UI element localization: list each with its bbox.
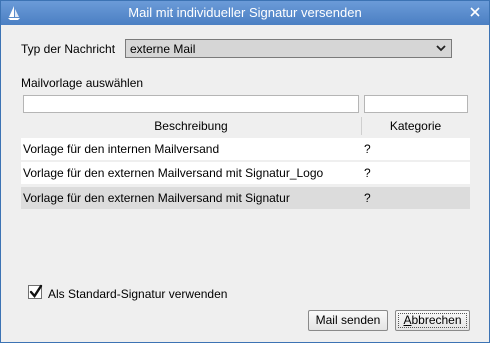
row-description: Vorlage für den internen Mailversand — [23, 142, 220, 156]
category-filter-input[interactable] — [364, 95, 468, 113]
table-row[interactable]: Vorlage für den internen Mailversand ? — [21, 138, 470, 160]
template-section-label: Mailvorlage auswählen — [21, 76, 144, 90]
window-title: Mail mit individueller Signatur versende… — [128, 5, 362, 20]
chevron-down-icon[interactable] — [435, 41, 447, 58]
cancel-button[interactable]: Abbrechen — [395, 310, 470, 331]
template-table: Beschreibung Kategorie Vorlage für den i… — [21, 115, 470, 286]
close-icon[interactable] — [467, 4, 483, 20]
message-type-label: Typ der Nachricht — [21, 42, 116, 56]
table-row[interactable]: Vorlage für den externen Mailversand mit… — [21, 162, 470, 184]
cancel-label: bbrechen — [411, 313, 462, 327]
checkmark-icon — [29, 284, 43, 298]
message-type-value: externe Mail — [130, 42, 196, 56]
table-row-selected[interactable]: Vorlage für den externen Mailversand mit… — [21, 187, 470, 209]
send-mail-button[interactable]: Mail senden — [308, 310, 388, 331]
row-category: ? — [364, 142, 371, 156]
row-category: ? — [364, 191, 371, 205]
description-filter-input[interactable] — [23, 95, 359, 113]
row-description: Vorlage für den externen Mailversand mit… — [23, 191, 290, 205]
column-header-description[interactable]: Beschreibung — [21, 119, 361, 133]
dialog-window: Mail mit individueller Signatur versende… — [0, 0, 490, 343]
row-category: ? — [364, 166, 371, 180]
column-header-category[interactable]: Kategorie — [361, 119, 470, 133]
title-bar[interactable]: Mail mit individueller Signatur versende… — [1, 1, 489, 25]
table-header: Beschreibung Kategorie — [21, 115, 470, 137]
message-type-select[interactable]: externe Mail — [125, 39, 452, 58]
default-signature-checkbox[interactable] — [28, 284, 43, 299]
row-description: Vorlage für den externen Mailversand mit… — [23, 166, 324, 180]
default-signature-label[interactable]: Als Standard-Signatur verwenden — [48, 287, 227, 301]
